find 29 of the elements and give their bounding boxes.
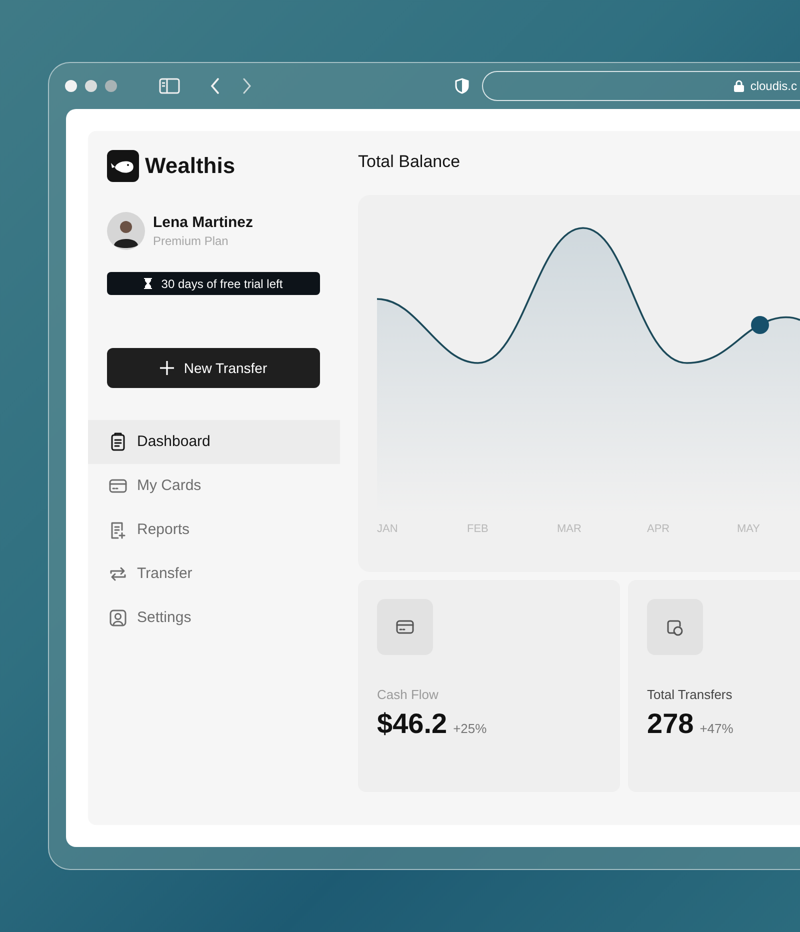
new-transfer-button[interactable]: New Transfer	[107, 348, 320, 388]
plus-icon	[160, 361, 174, 375]
sidebar-toggle-icon[interactable]	[159, 78, 180, 94]
avatar	[107, 212, 145, 250]
nav-item[interactable]: Dashboard	[88, 420, 340, 464]
nav-item[interactable]: Settings	[88, 596, 340, 640]
trial-badge: 30 days of free trial left	[107, 272, 320, 295]
address-bar[interactable]: cloudis.c	[482, 71, 800, 101]
forward-icon[interactable]	[242, 78, 252, 94]
stat-label: Total Transfers	[647, 687, 734, 703]
plan-label: Premium Plan	[153, 233, 230, 249]
nav-item[interactable]: Reports	[88, 508, 340, 552]
lock-icon	[734, 80, 744, 92]
stat-label: Cash Flow	[377, 687, 440, 703]
stat-value: $46.2	[377, 707, 448, 741]
url-text: cloudis.c	[750, 78, 797, 95]
user-name: Lena Martinez	[153, 213, 254, 233]
hourglass-icon	[144, 278, 152, 289]
nav-item[interactable]: My Cards	[88, 464, 340, 508]
back-icon[interactable]	[210, 78, 220, 94]
stat-value: 278	[647, 707, 694, 741]
change-label: +47%	[700, 720, 734, 738]
user-settings-icon	[108, 608, 128, 628]
nav-item[interactable]: Transfer	[88, 552, 340, 596]
section-title: Total Balance	[358, 151, 462, 173]
app-name: Wealthis	[145, 152, 236, 180]
change-label: +25%	[453, 720, 487, 738]
whale-logo-icon	[107, 150, 139, 182]
shield-icon[interactable]	[455, 78, 469, 94]
